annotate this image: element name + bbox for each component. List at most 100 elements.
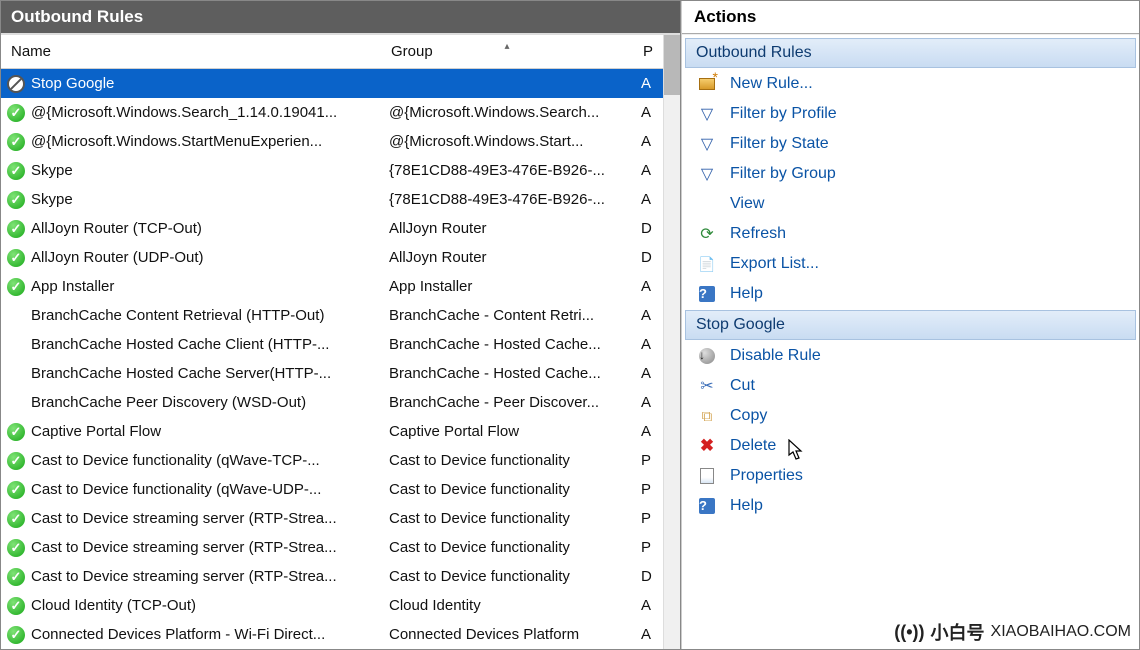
- table-row[interactable]: Cloud Identity (TCP-Out) Cloud IdentityA: [1, 591, 663, 620]
- allow-icon: [7, 249, 25, 267]
- action-help1[interactable]: ?Help: [684, 279, 1137, 309]
- allow-icon: [7, 626, 25, 644]
- table-row[interactable]: Cast to Device streaming server (RTP-Str…: [1, 533, 663, 562]
- watermark: ((•)) 小白号 XIAOBAIHAO.COM: [894, 619, 1131, 645]
- action-copy[interactable]: ⧉Copy: [684, 401, 1137, 431]
- allow-icon: [7, 104, 25, 122]
- column-header-row: Name ▴ Group P: [1, 35, 663, 69]
- rule-name: Captive Portal Flow: [31, 423, 161, 440]
- table-row[interactable]: BranchCache Hosted Cache Server(HTTP-...…: [1, 359, 663, 388]
- vertical-scrollbar[interactable]: [663, 35, 680, 649]
- action-label: Refresh: [730, 225, 786, 243]
- action-filter-group[interactable]: ▽ Filter by Group: [684, 159, 1137, 189]
- blank-icon: [698, 195, 716, 213]
- rule-name: @{Microsoft.Windows.Search_1.14.0.19041.…: [31, 104, 337, 121]
- rule-group: App Installer: [381, 278, 633, 295]
- table-row[interactable]: @{Microsoft.Windows.Search_1.14.0.19041.…: [1, 98, 663, 127]
- rule-profile: D: [633, 249, 663, 266]
- table-row[interactable]: Captive Portal FlowCaptive Portal FlowA: [1, 417, 663, 446]
- rule-name: Skype: [31, 191, 73, 208]
- rule-profile: A: [633, 394, 663, 411]
- table-row[interactable]: AllJoyn Router (TCP-Out)AllJoyn RouterD: [1, 214, 663, 243]
- action-label: Filter by Group: [730, 165, 836, 183]
- table-row[interactable]: Skype{78E1CD88-49E3-476E-B926-...A: [1, 156, 663, 185]
- action-new-rule[interactable]: New Rule...: [684, 69, 1137, 99]
- rule-name: Skype: [31, 162, 73, 179]
- rule-profile: D: [633, 220, 663, 237]
- table-row[interactable]: App InstallerApp InstallerA: [1, 272, 663, 301]
- rule-name: BranchCache Peer Discovery (WSD-Out): [31, 394, 306, 411]
- copy-icon: ⧉: [698, 407, 716, 425]
- table-row[interactable]: Cast to Device streaming server (RTP-Str…: [1, 562, 663, 591]
- rule-name: BranchCache Content Retrieval (HTTP-Out): [31, 307, 324, 324]
- action-filter-state[interactable]: ▽Filter by State: [684, 129, 1137, 159]
- action-label: Properties: [730, 467, 803, 485]
- cut-icon: ✂: [698, 377, 716, 395]
- scroll-thumb[interactable]: [664, 35, 680, 95]
- rule-name: AllJoyn Router (UDP-Out): [31, 249, 204, 266]
- table-row[interactable]: Cast to Device functionality (qWave-TCP-…: [1, 446, 663, 475]
- table-row[interactable]: BranchCache Peer Discovery (WSD-Out) Bran…: [1, 388, 663, 417]
- rule-profile: A: [633, 365, 663, 382]
- rule-name: BranchCache Hosted Cache Client (HTTP-..…: [31, 336, 329, 353]
- action-help2[interactable]: ?Help: [684, 491, 1137, 521]
- allow-icon: [7, 481, 25, 499]
- table-row[interactable]: Skype{78E1CD88-49E3-476E-B926-...A: [1, 185, 663, 214]
- action-label: View: [730, 195, 764, 213]
- allow-icon: [7, 191, 25, 209]
- rule-name: App Installer: [31, 278, 114, 295]
- column-header-profile[interactable]: P: [633, 43, 663, 60]
- allow-icon: [7, 220, 25, 238]
- properties-icon: [698, 467, 716, 485]
- rule-name: AllJoyn Router (TCP-Out): [31, 220, 202, 237]
- rule-profile: P: [633, 539, 663, 556]
- rule-group: Cast to Device functionality: [381, 452, 633, 469]
- rule-profile: A: [633, 336, 663, 353]
- rules-table: Name ▴ Group P Stop GoogleA @{Microsoft.W…: [1, 35, 663, 649]
- table-row[interactable]: BranchCache Hosted Cache Client (HTTP-..…: [1, 330, 663, 359]
- rule-group: Captive Portal Flow: [381, 423, 633, 440]
- actions-title: Actions: [682, 1, 1139, 34]
- filter-icon: ▽: [698, 165, 716, 183]
- rule-profile: A: [633, 133, 663, 150]
- actions-section-selected: Stop Google: [685, 310, 1136, 340]
- rule-name: @{Microsoft.Windows.StartMenuExperien...: [31, 133, 322, 150]
- table-row[interactable]: Cast to Device functionality (qWave-UDP-…: [1, 475, 663, 504]
- rules-list-area: Name ▴ Group P Stop GoogleA @{Microsoft.W…: [1, 33, 680, 649]
- actions-section-outbound: Outbound Rules: [685, 38, 1136, 68]
- rule-profile: A: [633, 75, 663, 92]
- rule-profile: A: [633, 162, 663, 179]
- action-filter-profile[interactable]: ▽Filter by Profile: [684, 99, 1137, 129]
- action-cut[interactable]: ✂Cut: [684, 371, 1137, 401]
- allow-icon: [7, 423, 25, 441]
- table-row[interactable]: @{Microsoft.Windows.StartMenuExperien...…: [1, 127, 663, 156]
- action-properties[interactable]: Properties: [684, 461, 1137, 491]
- action-refresh[interactable]: ⟳Refresh: [684, 219, 1137, 249]
- filter-icon: ▽: [698, 105, 716, 123]
- rule-profile: A: [633, 597, 663, 614]
- rule-group: BranchCache - Peer Discover...: [381, 394, 633, 411]
- rule-group: Cloud Identity: [381, 597, 633, 614]
- table-row[interactable]: Cast to Device streaming server (RTP-Str…: [1, 504, 663, 533]
- delete-icon: ✖: [698, 437, 716, 455]
- rule-group: BranchCache - Hosted Cache...: [381, 336, 633, 353]
- rule-group: AllJoyn Router: [381, 249, 633, 266]
- column-header-name[interactable]: Name: [1, 43, 381, 60]
- action-export[interactable]: 📄Export List...: [684, 249, 1137, 279]
- no-icon: [7, 307, 25, 325]
- allow-icon: [7, 162, 25, 180]
- action-delete[interactable]: ✖Delete: [684, 431, 1137, 461]
- column-header-group[interactable]: ▴ Group: [381, 43, 633, 60]
- rule-profile: P: [633, 510, 663, 527]
- action-disable-rule[interactable]: ↓Disable Rule: [684, 341, 1137, 371]
- action-view[interactable]: View: [684, 189, 1137, 219]
- rule-name: Cloud Identity (TCP-Out): [31, 597, 196, 614]
- table-row[interactable]: BranchCache Content Retrieval (HTTP-Out)…: [1, 301, 663, 330]
- no-icon: [7, 365, 25, 383]
- table-row[interactable]: AllJoyn Router (UDP-Out) AllJoyn RouterD: [1, 243, 663, 272]
- table-row[interactable]: Connected Devices Platform - Wi-Fi Direc…: [1, 620, 663, 649]
- table-row[interactable]: Stop GoogleA: [1, 69, 663, 98]
- block-icon: [7, 75, 25, 93]
- rule-profile: P: [633, 481, 663, 498]
- rule-profile: A: [633, 278, 663, 295]
